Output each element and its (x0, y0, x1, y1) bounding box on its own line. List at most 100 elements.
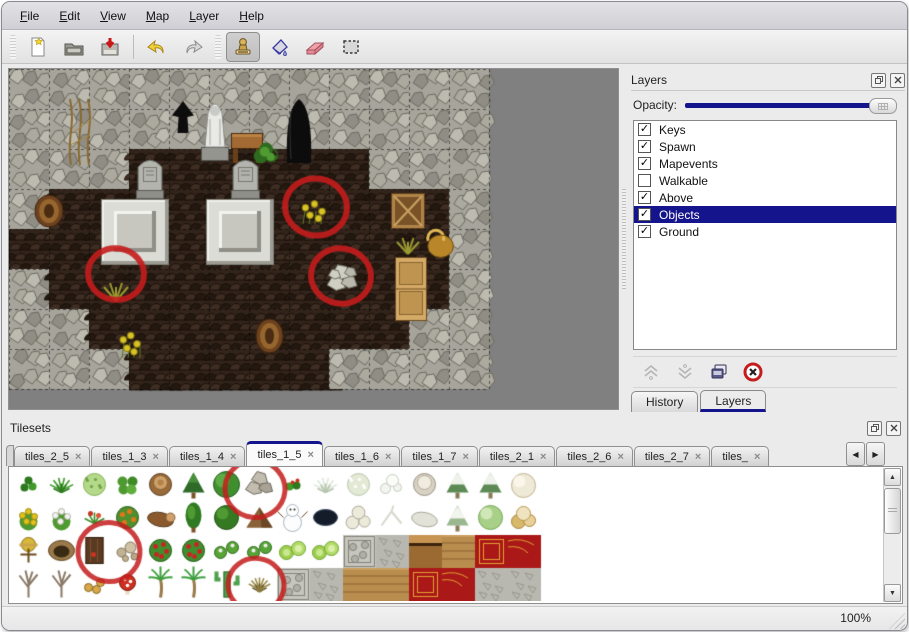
tileset-tab-tiles_2_1[interactable]: tiles_2_1× (479, 446, 555, 466)
opacity-label: Opacity: (633, 98, 677, 112)
layers-panel-title: Layers (631, 73, 867, 87)
layer-visibility-checkbox[interactable]: ✓ (638, 123, 651, 136)
menu-item-edit[interactable]: Edit (49, 5, 90, 27)
tileset-tab-tiles[interactable]: tiles_ × (711, 446, 769, 466)
tab-scroll-right-icon[interactable]: ▶ (866, 442, 885, 466)
dock-tab-history[interactable]: History (631, 391, 698, 412)
duplicate-layer-button[interactable] (709, 362, 729, 382)
tab-scroll-left-icon[interactable]: ◀ (846, 442, 865, 466)
tileset-tab-tiles_1_6[interactable]: tiles_1_6× (324, 446, 400, 466)
vertical-splitter[interactable] (620, 68, 627, 410)
layer-row-above[interactable]: ✓Above (634, 189, 896, 206)
scrollbar-thumb[interactable] (884, 488, 901, 534)
move-down-button[interactable] (675, 362, 695, 382)
menu-item-help[interactable]: Help (229, 5, 274, 27)
layer-name: Spawn (659, 140, 696, 154)
layers-panel: Layers Opacity: ✓ Keys ✓ Spawn✓MapeventsWal… (627, 68, 907, 412)
fill-tool-button[interactable] (262, 32, 296, 62)
tileset-content: ▲ ▼ (8, 466, 903, 604)
tab-scroll-arrows: ◀ ▶ (845, 442, 885, 466)
tileset-tab-tiles_1_7[interactable]: tiles_1_7 × (401, 446, 477, 466)
layer-visibility-checkbox[interactable]: ✓ (638, 140, 651, 153)
tileset-scrollbar[interactable]: ▲ ▼ (883, 468, 901, 602)
close-panel-icon[interactable] (886, 421, 901, 436)
close-tab-icon[interactable]: × (308, 449, 314, 461)
layer-row-walkable[interactable]: Walkable (634, 172, 896, 189)
toolbar (2, 30, 907, 64)
layers-panel-titlebar: Layers (631, 70, 905, 91)
tileset-canvas[interactable] (9, 467, 885, 601)
layer-visibility-checkbox[interactable]: ✓ (638, 208, 651, 221)
close-tab-icon[interactable]: × (462, 451, 468, 463)
stamp-tool-button[interactable] (226, 32, 260, 62)
layer-name: Objects (659, 208, 700, 222)
close-tab-icon[interactable]: × (385, 451, 391, 463)
delete-layer-button[interactable] (743, 362, 763, 382)
tileset-tab-tiles_1_4[interactable]: tiles_1_4× (169, 446, 245, 466)
select-tool-button[interactable] (334, 32, 368, 62)
float-panel-icon[interactable] (871, 73, 886, 88)
layer-row-mapevents[interactable]: ✓Mapevents (634, 155, 896, 172)
eraser-tool-button[interactable] (298, 32, 332, 62)
tileset-tab-bar: tiles_2_5×tiles_1_3×tiles_1_4×tiles_1_5×… (6, 440, 903, 466)
tileset-tab-label: tiles_1_3 (102, 451, 146, 463)
dock-tab-layers[interactable]: Layers (700, 390, 766, 412)
tileset-tab-label: tiles_ (722, 451, 748, 463)
tileset-tab-tiles_2_6[interactable]: tiles_2_6 × (556, 446, 632, 466)
tileset-tab-label: tiles_2_7 (645, 451, 689, 463)
close-tab-icon[interactable]: × (617, 451, 623, 463)
move-up-button[interactable] (641, 362, 661, 382)
layer-visibility-checkbox[interactable]: ✓ (638, 225, 651, 238)
toolbar-grip-icon (10, 35, 16, 59)
save-button[interactable] (93, 32, 127, 62)
dock-tab-row: HistoryLayers (631, 388, 768, 412)
menu-item-view[interactable]: View (90, 5, 136, 27)
toolbar-separator (133, 35, 134, 59)
layer-name: Ground (659, 225, 699, 239)
close-tab-icon[interactable]: × (153, 451, 159, 463)
layer-list: ✓Keys✓Spawn✓MapeventsWalkable✓Above✓Obje… (633, 120, 897, 350)
layer-row-objects[interactable]: ✓ Objects (634, 206, 896, 223)
tileset-tab-label: tiles_2_6 (567, 451, 611, 463)
layer-row-keys[interactable]: ✓ Keys (634, 121, 896, 138)
tileset-tab-tiles_2_7[interactable]: tiles_2_7 × (634, 446, 710, 466)
resize-grip[interactable] (889, 613, 905, 629)
map-canvas[interactable] (9, 69, 618, 409)
map-canvas-view[interactable] (8, 68, 619, 410)
new-file-button[interactable] (21, 32, 55, 62)
layer-row-spawn[interactable]: ✓ Spawn (634, 138, 896, 155)
close-tab-icon[interactable]: × (230, 451, 236, 463)
close-tab-icon[interactable]: × (75, 451, 81, 463)
menu-item-map[interactable]: Map (136, 5, 179, 27)
layer-row-ground[interactable]: ✓ Ground (634, 223, 896, 240)
layer-name: Keys (659, 123, 686, 137)
close-tab-icon[interactable]: × (754, 451, 760, 463)
open-folder-button[interactable] (57, 32, 91, 62)
redo-button[interactable] (176, 32, 210, 62)
close-tab-icon[interactable]: × (695, 451, 701, 463)
editor-window: FileEditViewMapLayerHelp Layers Opacity:… (1, 1, 908, 631)
menu-item-file[interactable]: File (10, 5, 49, 27)
undo-button[interactable] (140, 32, 174, 62)
opacity-slider-handle[interactable] (869, 98, 897, 114)
opacity-row: Opacity: (633, 94, 897, 116)
opacity-slider[interactable] (685, 97, 897, 113)
zoom-level: 100% (840, 611, 871, 625)
scroll-up-icon[interactable]: ▲ (884, 468, 901, 486)
tileset-tab-tiles_2_5[interactable]: tiles_2_5× (14, 446, 90, 466)
splitter-grip-icon (622, 189, 626, 289)
tileset-tab-label: tiles_1_7 (412, 451, 456, 463)
close-panel-icon[interactable] (890, 73, 905, 88)
tileset-tab-tiles_1_3[interactable]: tiles_1_3 × (91, 446, 167, 466)
scroll-down-icon[interactable]: ▼ (884, 584, 901, 602)
menu-item-layer[interactable]: Layer (179, 5, 229, 27)
status-bar: 100% (2, 606, 907, 631)
app-window: FileEditViewMapLayerHelp Layers Opacity:… (0, 0, 909, 632)
close-tab-icon[interactable]: × (540, 451, 546, 463)
layer-visibility-checkbox[interactable] (638, 174, 651, 187)
opacity-slider-track (685, 103, 897, 108)
tileset-tab-tiles_1_5[interactable]: tiles_1_5× (246, 441, 322, 466)
layer-visibility-checkbox[interactable]: ✓ (638, 157, 651, 170)
layer-visibility-checkbox[interactable]: ✓ (638, 191, 651, 204)
float-panel-icon[interactable] (867, 421, 882, 436)
